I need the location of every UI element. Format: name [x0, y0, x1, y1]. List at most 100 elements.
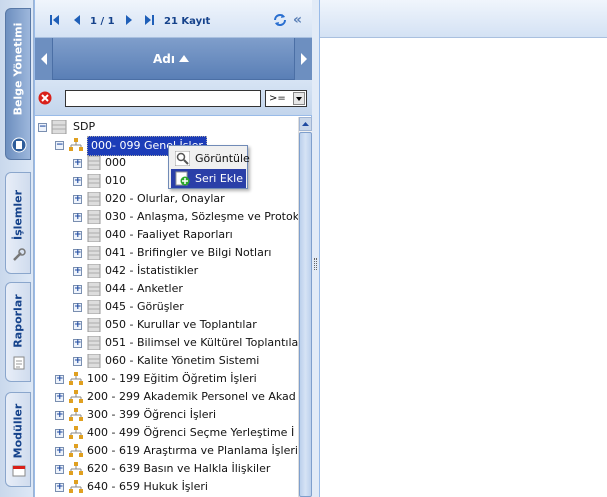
expand-toggle-icon[interactable]: +	[73, 339, 82, 348]
filter-input[interactable]	[65, 90, 261, 107]
cabinet-icon	[87, 264, 101, 278]
tree-node-label: 300 - 399 Öğrenci İşleri	[87, 408, 217, 421]
hierarchy-icon	[69, 390, 83, 403]
next-page-icon[interactable]	[123, 14, 135, 26]
expand-toggle-icon[interactable]: +	[73, 177, 82, 186]
tree-folder-node[interactable]: +010	[35, 172, 298, 190]
arrow-right-icon	[301, 53, 307, 65]
expand-toggle-icon[interactable]: +	[55, 483, 64, 492]
tab-belge-yonetimi[interactable]: Belge Yönetimi	[5, 8, 31, 160]
expand-toggle-icon[interactable]: +	[73, 231, 82, 240]
document-management-icon	[11, 137, 27, 153]
expand-toggle-icon[interactable]: +	[73, 213, 82, 222]
refresh-icon[interactable]	[273, 13, 287, 27]
scroll-left-button[interactable]	[35, 38, 53, 80]
column-header[interactable]: Adı	[35, 38, 312, 80]
hierarchy-icon	[69, 408, 83, 421]
tab-moduller[interactable]: Modüller	[5, 392, 31, 487]
expand-toggle-icon[interactable]: +	[55, 375, 64, 384]
tree-folder-node[interactable]: +050 - Kurullar ve Toplantılar	[35, 316, 298, 334]
expand-toggle-icon[interactable]: +	[55, 429, 64, 438]
tree-node-label: 600 - 619 Araştırma ve Planlama İşleri	[87, 444, 298, 457]
arrow-up-icon	[302, 122, 309, 126]
clear-filter-icon[interactable]	[38, 91, 52, 105]
paging-toolbar: 1 / 1 21 Kayıt «	[35, 0, 312, 38]
cabinet-icon	[87, 282, 101, 296]
expand-toggle-icon[interactable]: +	[73, 321, 82, 330]
expand-toggle-icon[interactable]: +	[73, 249, 82, 258]
scroll-right-button[interactable]	[294, 38, 312, 80]
tree-group-node[interactable]: +600 - 619 Araştırma ve Planlama İşleri	[35, 442, 298, 460]
tree-group-node[interactable]: −000- 099 Genel İşler	[35, 136, 298, 156]
tree-folder-node[interactable]: +060 - Kalite Yönetim Sistemi	[35, 352, 298, 370]
expand-toggle-icon[interactable]: +	[55, 465, 64, 474]
tree-node-label: 620 - 639 Basın ve Halkla İlişkiler	[87, 462, 271, 475]
tree-node-label: 200 - 299 Akademik Personel ve Akad	[87, 390, 296, 403]
scroll-up-button[interactable]	[299, 117, 312, 131]
tab-belge-yonetimi-label: Belge Yönetimi	[11, 22, 25, 116]
tree-node-label: 060 - Kalite Yönetim Sistemi	[105, 354, 260, 367]
filter-operator-select[interactable]: >=	[265, 90, 307, 107]
hierarchy-icon	[69, 372, 83, 385]
cabinet-icon	[87, 228, 101, 242]
expand-toggle-icon[interactable]: +	[73, 195, 82, 204]
tree-folder-node[interactable]: +051 - Bilimsel ve Kültürel Toplantılar	[35, 334, 298, 352]
prev-page-icon[interactable]	[71, 14, 83, 26]
tree-scrollbar[interactable]	[298, 117, 312, 497]
tree-group-node[interactable]: +400 - 499 Öğrenci Seçme Yerleştime İ	[35, 424, 298, 442]
menu-item-goruntule[interactable]: Görüntüle	[171, 149, 250, 168]
tab-raporlar-label: Raporlar	[11, 294, 25, 348]
tree-folder-node[interactable]: +040 - Faaliyet Raporları	[35, 226, 298, 244]
tree-folder-node[interactable]: +030 - Anlaşma, Sözleşme ve Protok	[35, 208, 298, 226]
tree-folder-node[interactable]: +041 - Brifingler ve Bilgi Notları	[35, 244, 298, 262]
hierarchy-icon	[69, 444, 83, 457]
tree-root-node[interactable]: − SDP	[35, 118, 155, 136]
tab-raporlar[interactable]: Raporlar	[5, 282, 31, 382]
tree-group-node[interactable]: +620 - 639 Basın ve Halkla İlişkiler	[35, 460, 298, 478]
collapse-panel-icon[interactable]: «	[293, 12, 302, 28]
tree-folder-node[interactable]: +044 - Anketler	[35, 280, 298, 298]
first-page-icon[interactable]	[49, 14, 61, 26]
tree-node-label: 041 - Brifingler ve Bilgi Notları	[105, 246, 272, 259]
add-series-icon	[175, 171, 190, 186]
content-area	[320, 0, 607, 497]
tree-folder-node[interactable]: +042 - İstatistikler	[35, 262, 298, 280]
modules-icon	[12, 465, 26, 477]
menu-item-seri-ekle[interactable]: Seri Ekle	[171, 169, 246, 188]
expand-toggle-icon[interactable]: +	[73, 159, 82, 168]
tree-root-label: SDP	[73, 120, 96, 133]
tree-node-label: 010	[105, 174, 126, 187]
last-page-icon[interactable]	[143, 14, 155, 26]
tree-group-node[interactable]: +200 - 299 Akademik Personel ve Akad	[35, 388, 298, 406]
collapse-toggle-icon[interactable]: −	[55, 141, 64, 150]
document-tree: − SDP −000- 099 Genel İşler +000 +010 +020 …	[35, 117, 298, 497]
expand-toggle-icon[interactable]: +	[55, 393, 64, 402]
tree-group-node[interactable]: +640 - 659 Hukuk İşleri	[35, 478, 298, 496]
collapse-toggle-icon[interactable]: −	[38, 123, 47, 132]
expand-toggle-icon[interactable]: +	[73, 285, 82, 294]
tree-node-label: 045 - Görüşler	[105, 300, 184, 313]
tree-group-node[interactable]: +300 - 399 Öğrenci İşleri	[35, 406, 298, 424]
cabinet-icon	[87, 174, 101, 188]
ascending-sort-icon	[179, 55, 189, 62]
hierarchy-icon	[69, 138, 83, 151]
tab-islemler[interactable]: İşlemler	[5, 172, 31, 274]
hierarchy-icon	[69, 426, 83, 439]
cabinet-icon	[87, 354, 101, 368]
tree-folder-node[interactable]: +045 - Görüşler	[35, 298, 298, 316]
tree-node-label: 044 - Anketler	[105, 282, 183, 295]
panel-splitter[interactable]	[312, 0, 320, 497]
tree-group-node[interactable]: +100 - 199 Eğitim Öğretim İşleri	[35, 370, 298, 388]
expand-toggle-icon[interactable]: +	[73, 357, 82, 366]
tree-folder-node[interactable]: +020 - Olurlar, Onaylar	[35, 190, 298, 208]
column-title: Adı	[153, 52, 175, 66]
expand-toggle-icon[interactable]: +	[55, 447, 64, 456]
tree-folder-node[interactable]: +000	[35, 154, 298, 172]
expand-toggle-icon[interactable]: +	[73, 267, 82, 276]
expand-toggle-icon[interactable]: +	[55, 411, 64, 420]
cabinet-icon	[87, 336, 101, 350]
expand-toggle-icon[interactable]: +	[73, 303, 82, 312]
splitter-grip[interactable]	[314, 258, 317, 270]
scroll-thumb[interactable]	[299, 132, 312, 497]
hierarchy-icon	[69, 462, 83, 475]
